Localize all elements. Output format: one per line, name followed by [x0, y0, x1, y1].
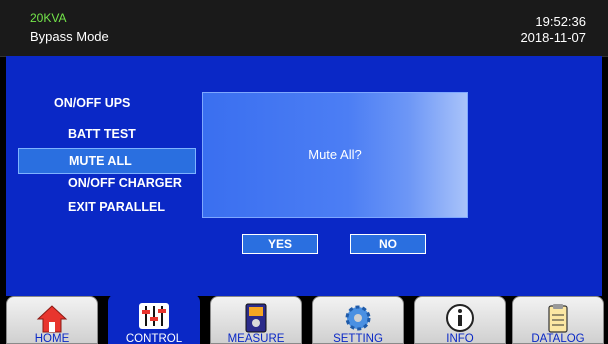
tab-home[interactable]: HOME [6, 296, 98, 344]
no-button[interactable]: NO [350, 234, 426, 254]
control-panel: ON/OFF UPS BATT TEST MUTE ALL ON/OFF CHA… [6, 56, 602, 296]
tab-measure[interactable]: MEASURE [210, 296, 302, 344]
tab-info[interactable]: INFO [414, 296, 506, 344]
gear-icon [345, 305, 371, 331]
menu-item-exit-parallel[interactable]: EXIT PARALLEL [68, 199, 165, 215]
tab-label: CONTROL [125, 333, 183, 344]
clock-date: 2018-11-07 [520, 30, 586, 45]
home-icon [36, 305, 68, 333]
clipboard-icon [548, 304, 568, 333]
dialog-message: Mute All? [308, 147, 362, 162]
status-header: 20KVA Bypass Mode 19:52:36 2018-11-07 [0, 0, 608, 57]
confirm-dialog: Mute All? [202, 92, 468, 218]
sliders-icon [139, 303, 169, 329]
tab-setting[interactable]: SETTING [312, 296, 404, 344]
tab-control[interactable]: CONTROL [108, 294, 200, 344]
clock-time: 19:52:36 [535, 14, 586, 29]
tab-label: MEASURE [227, 333, 285, 344]
menu-item-mute-all[interactable]: MUTE ALL [18, 148, 196, 174]
yes-button[interactable]: YES [242, 234, 318, 254]
tab-label: HOME [34, 333, 70, 344]
tab-datalog[interactable]: DATALOG [512, 296, 604, 344]
ups-screen: 20KVA Bypass Mode 19:52:36 2018-11-07 ON… [0, 0, 608, 344]
tab-label: SETTING [333, 333, 383, 344]
menu-item-label: MUTE ALL [69, 154, 132, 168]
tab-label: DATALOG [531, 333, 585, 344]
tab-label: INFO [446, 333, 474, 344]
menu-item-on-off-charger[interactable]: ON/OFF CHARGER [68, 175, 182, 191]
meter-icon [245, 303, 267, 333]
model-rating: 20KVA [30, 11, 67, 25]
menu-item-batt-test[interactable]: BATT TEST [68, 126, 136, 142]
bottom-tab-bar: HOME CONTROL MEASURE SETTING INFO DATALO… [0, 294, 608, 344]
info-icon [446, 304, 474, 332]
operating-mode: Bypass Mode [30, 29, 109, 44]
menu-item-on-off-ups[interactable]: ON/OFF UPS [54, 95, 130, 111]
